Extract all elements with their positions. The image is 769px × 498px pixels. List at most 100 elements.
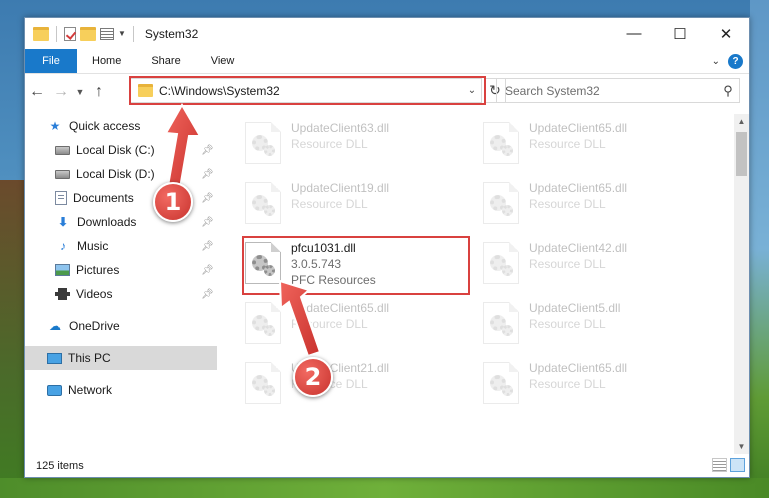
details-view-icon[interactable] (712, 458, 727, 472)
expand-ribbon-icon[interactable]: ⌄ (712, 56, 720, 67)
sidebar-item-this-pc[interactable]: This PC (25, 346, 217, 370)
sidebar-item-onedrive[interactable]: ☁ OneDrive (25, 314, 217, 338)
file-item[interactable]: UpdateClient19.dll Resource DLL (245, 178, 475, 234)
minimize-button[interactable]: — (611, 18, 657, 49)
sidebar-item-music[interactable]: ♪ Music 📌︎ (25, 234, 217, 258)
sidebar-item-videos[interactable]: Videos 📌︎ (25, 282, 217, 306)
step-1-badge: 1 (153, 182, 193, 222)
dll-file-icon (245, 242, 281, 284)
tab-file[interactable]: File (25, 49, 77, 73)
file-item[interactable]: UpdateClient65.dll Resource DLL (483, 358, 713, 414)
sidebar-item-label: Local Disk (C:) (76, 143, 155, 157)
sidebar-item-label: This PC (68, 351, 111, 365)
search-icon[interactable]: ⚲ (717, 83, 739, 99)
file-list: UpdateClient63.dll Resource DLL UpdateCli… (225, 114, 735, 454)
dll-file-icon (245, 122, 281, 164)
sidebar-item-label: Music (77, 239, 109, 253)
file-item[interactable]: UpdateClient65.dll Resource DLL (245, 298, 475, 354)
back-arrow-icon[interactable]: ← (25, 83, 49, 101)
toolbar-separator (56, 25, 57, 42)
forward-arrow-icon[interactable]: → (49, 83, 73, 101)
scrollbar-thumb[interactable] (736, 132, 747, 176)
address-bar[interactable]: C:\Windows\System32 ⌄ (129, 78, 482, 103)
pin-icon[interactable]: 📌︎ (201, 169, 214, 180)
ribbon-controls: ⌄ ? (712, 49, 749, 73)
chevron-down-icon[interactable]: ▼ (118, 29, 126, 38)
new-folder-icon[interactable] (80, 26, 96, 41)
file-description: Resource DLL (529, 197, 606, 211)
tab-share[interactable]: Share (136, 49, 195, 73)
sidebar-item-label: Pictures (76, 263, 120, 277)
scroll-up-icon[interactable]: ▲ (734, 114, 749, 129)
dll-file-icon (245, 362, 281, 404)
desktop-background-right (750, 0, 769, 498)
sidebar-item-network[interactable]: Network (25, 378, 217, 402)
window-title: System32 (144, 26, 199, 41)
window-controls: — ☐ ✕ (611, 18, 749, 49)
tab-home[interactable]: Home (77, 49, 136, 73)
pin-icon[interactable]: 📌︎ (201, 265, 214, 276)
sidebar-item-local-disk-d[interactable]: Local Disk (D:) 📌︎ (25, 162, 217, 186)
file-item[interactable]: UpdateClient63.dll Resource DLL (245, 118, 475, 174)
address-path[interactable]: C:\Windows\System32 (159, 84, 463, 98)
chevron-down-icon[interactable]: ⌄ (463, 85, 481, 96)
desktop-background-left (0, 180, 24, 498)
documents-icon (55, 191, 67, 205)
maximize-button[interactable]: ☐ (657, 18, 703, 49)
status-bar: 125 items (25, 454, 749, 477)
file-item-pfcu1031[interactable]: pfcu1031.dll 3.0.5.743 PFC Resources (245, 238, 475, 294)
search-input[interactable] (505, 83, 717, 98)
videos-icon (55, 288, 70, 300)
disk-icon (55, 145, 70, 155)
file-description: PFC Resources (291, 273, 376, 287)
sidebar-item-quick-access[interactable]: ★ Quick access (25, 114, 217, 138)
file-item[interactable]: UpdateClient5.dll Resource DLL (483, 298, 713, 354)
help-icon[interactable]: ? (728, 53, 743, 69)
folder-icon (138, 84, 153, 97)
file-item[interactable]: UpdateClient65.dll Resource DLL (483, 178, 713, 234)
scroll-down-icon[interactable]: ▼ (734, 439, 749, 454)
up-arrow-icon[interactable]: ↑ (87, 83, 111, 101)
file-name: UpdateClient5.dll (529, 301, 621, 315)
sidebar-item-local-disk-c[interactable]: Local Disk (C:) 📌︎ (25, 138, 217, 162)
tab-view[interactable]: View (196, 49, 250, 73)
pin-icon[interactable]: 📌︎ (201, 145, 214, 156)
tiles-view-icon[interactable] (730, 458, 745, 472)
view-toggle (712, 458, 745, 472)
sidebar-item-label: Local Disk (D:) (76, 167, 155, 181)
file-item[interactable]: UpdateClient42.dll Resource DLL (483, 238, 713, 294)
customize-toolbar-icon[interactable] (100, 27, 114, 40)
recent-locations-chevron-icon[interactable]: ▼ (73, 87, 87, 97)
file-name: UpdateClient42.dll (529, 241, 628, 255)
file-name: pfcu1031.dll (291, 241, 356, 255)
file-name: UpdateClient65.dll (529, 181, 628, 195)
file-description: Resource DLL (529, 257, 606, 271)
pin-icon[interactable]: 📌︎ (201, 217, 214, 228)
pin-icon[interactable]: 📌︎ (201, 289, 214, 300)
cloud-icon: ☁ (49, 319, 61, 333)
pin-icon[interactable]: 📌︎ (201, 241, 214, 252)
vertical-scrollbar[interactable]: ▲ ▼ (734, 114, 749, 454)
file-description: Resource DLL (529, 377, 606, 391)
sidebar-item-label: Documents (73, 191, 134, 205)
download-icon: ⬇ (57, 215, 69, 229)
properties-check-icon[interactable] (64, 26, 76, 41)
step-2-badge: 2 (293, 357, 333, 397)
file-name: UpdateClient63.dll (291, 121, 390, 135)
file-description: Resource DLL (529, 137, 606, 151)
navigation-bar: ← → ▼ ↑ C:\Windows\System32 ⌄ ↻ ⚲ (25, 75, 749, 109)
file-description: Resource DLL (291, 197, 368, 211)
file-item[interactable]: UpdateClient21.dllResource DLL (245, 358, 475, 414)
sidebar-item-pictures[interactable]: Pictures 📌︎ (25, 258, 217, 282)
file-item[interactable]: UpdateClient65.dll Resource DLL (483, 118, 713, 174)
close-button[interactable]: ✕ (703, 18, 749, 49)
sidebar-item-label: Videos (76, 287, 113, 301)
title-bar[interactable]: ▼ System32 — ☐ ✕ (25, 18, 749, 49)
music-icon: ♪ (60, 239, 66, 253)
pin-icon[interactable]: 📌︎ (201, 193, 214, 204)
search-box[interactable]: ⚲ (496, 78, 740, 103)
dll-file-icon (483, 182, 519, 224)
